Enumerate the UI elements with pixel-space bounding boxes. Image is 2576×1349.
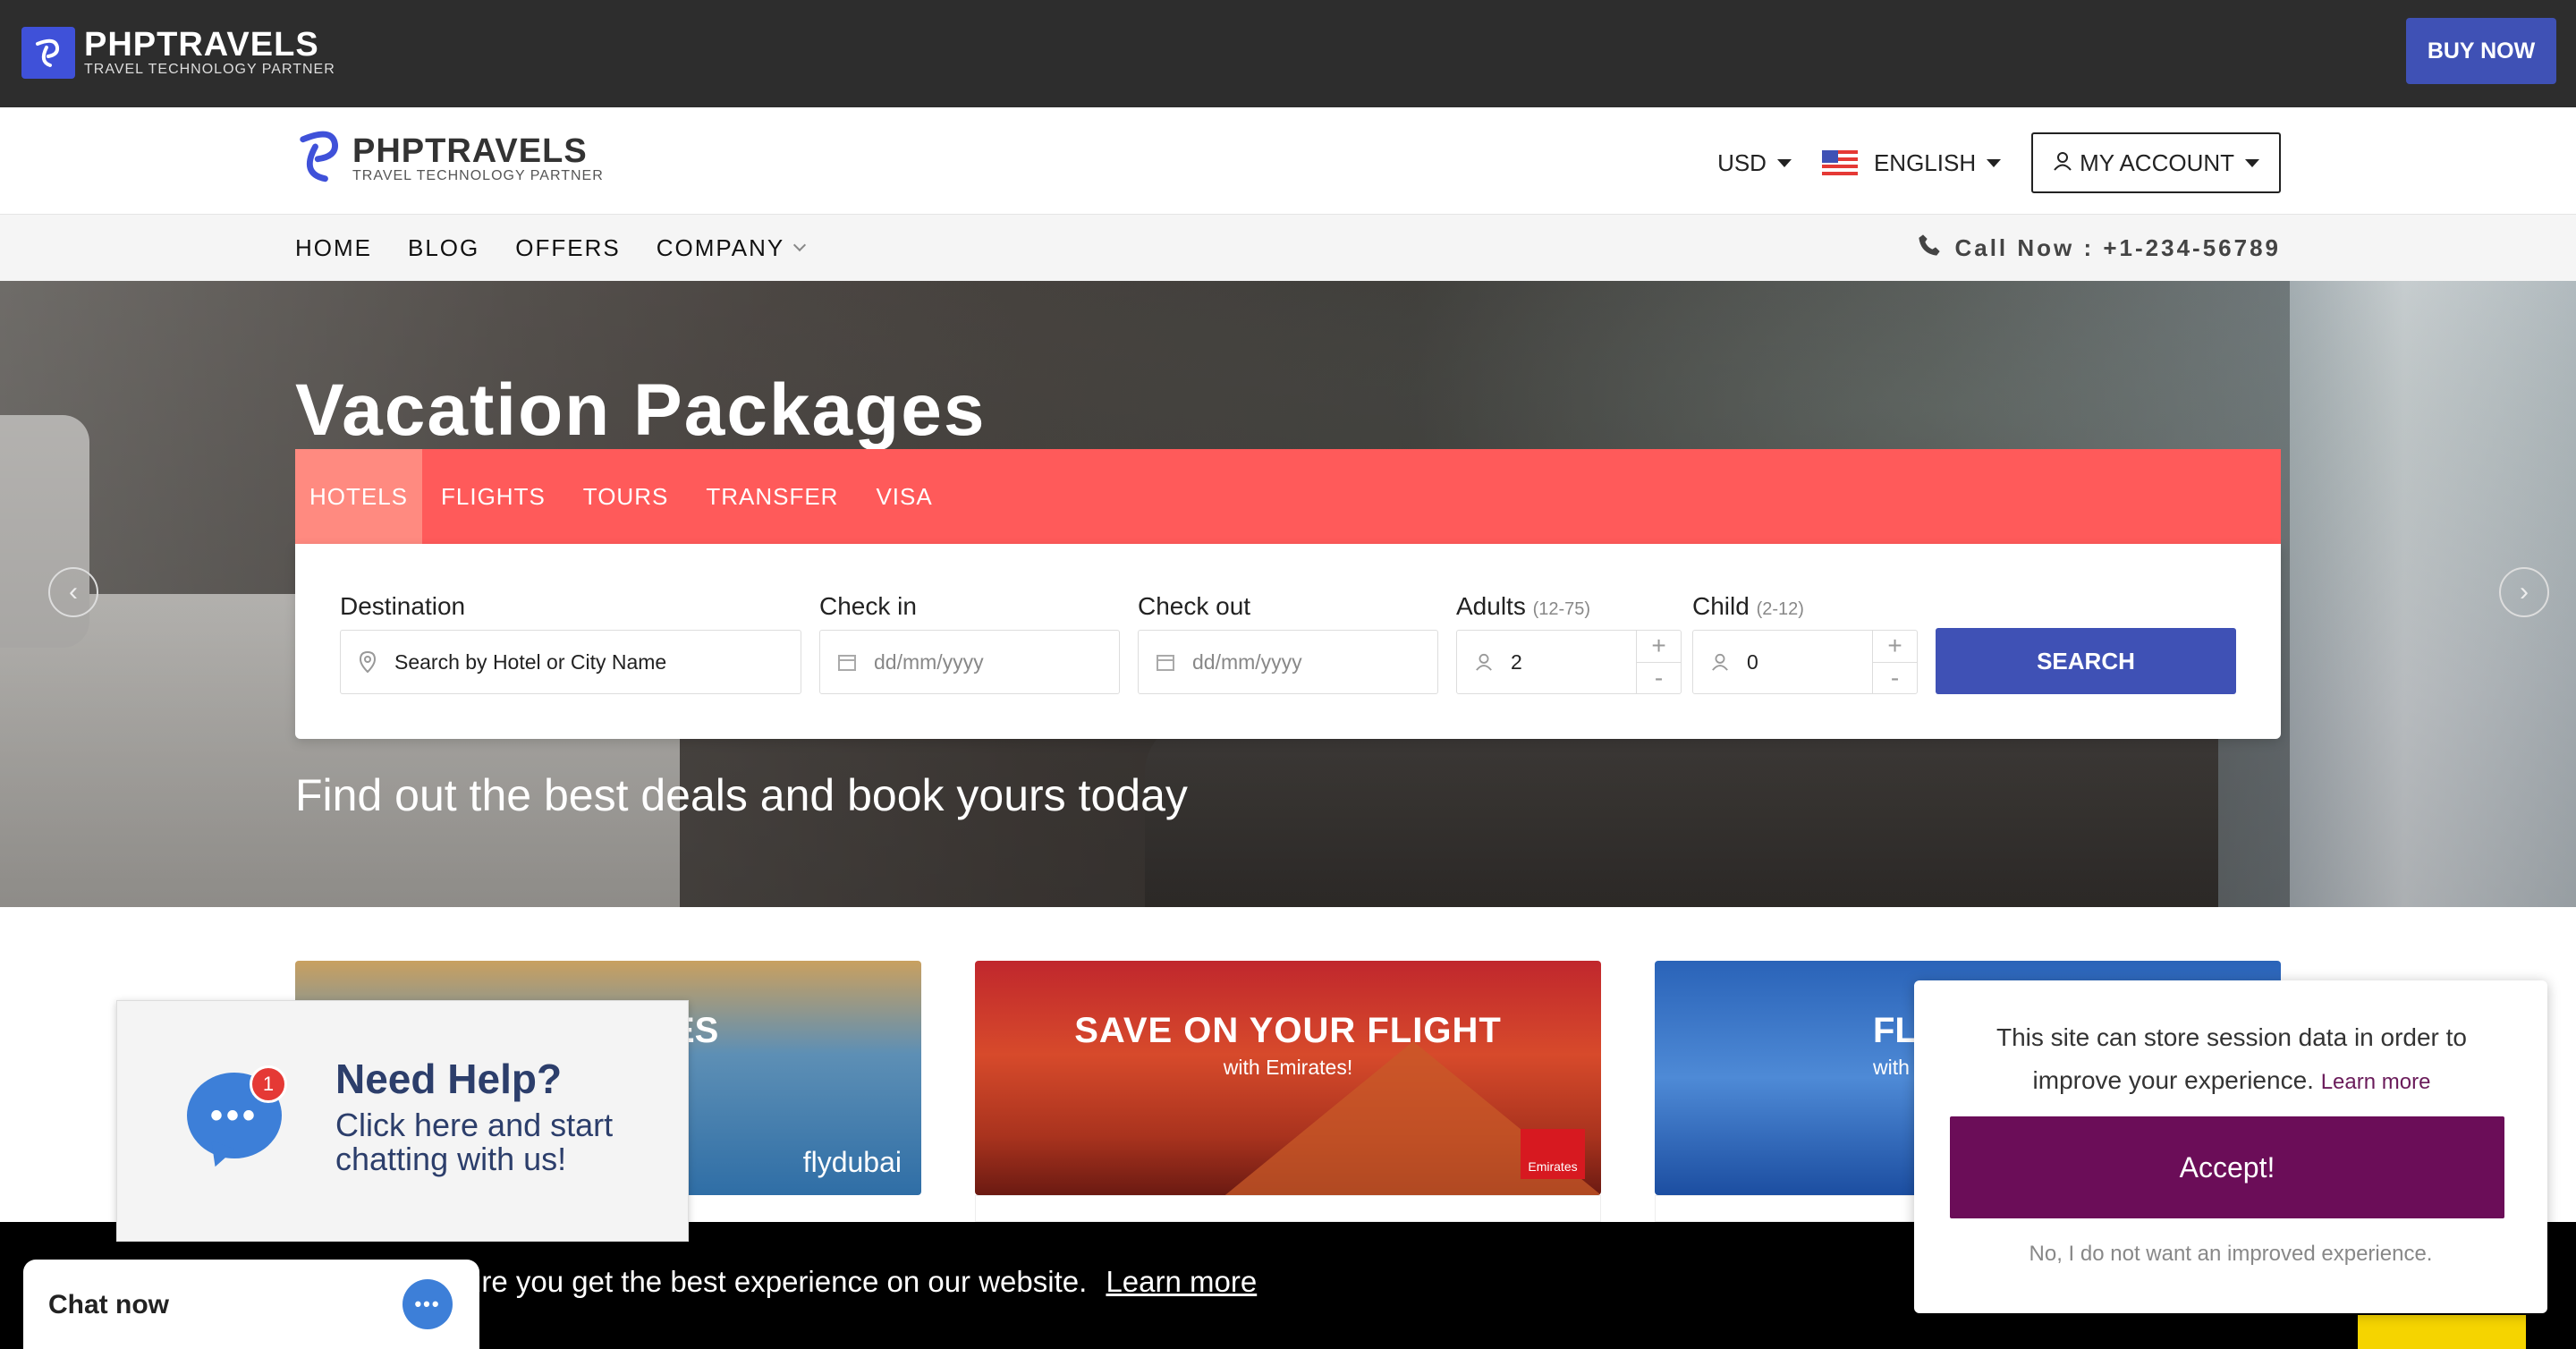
tab-tours[interactable]: TOURS: [564, 449, 688, 544]
child-label: Child (2-12): [1692, 592, 1804, 621]
caret-down-icon: [1776, 158, 1792, 167]
checkout-label: Check out: [1138, 592, 1251, 620]
checkout-field[interactable]: dd/mm/yyyy: [1138, 630, 1438, 694]
caret-down-icon: [1987, 158, 2002, 167]
topbar-logo-title: PHPTRAVELS: [84, 26, 319, 64]
nav-offers[interactable]: OFFERS: [515, 234, 620, 262]
need-help-popup[interactable]: ••• 1 Need Help? Click here and start ch…: [116, 1000, 689, 1242]
language-dropdown[interactable]: ENGLISH: [1821, 148, 2002, 177]
hero-title: Vacation Packages: [295, 369, 987, 451]
buy-now-button[interactable]: BUY NOW: [2406, 18, 2556, 84]
hero-subtitle: Find out the best deals and book yours t…: [295, 770, 1188, 820]
flydubai-logo: flydubai: [802, 1146, 902, 1178]
currency-dropdown[interactable]: USD: [1717, 149, 1792, 177]
caret-down-icon: [2245, 158, 2259, 167]
checkin-input[interactable]: dd/mm/yyyy: [874, 650, 984, 674]
cookie-banner-button[interactable]: [2358, 1315, 2526, 1349]
chat-now-widget[interactable]: Chat now •••: [23, 1260, 479, 1349]
card3-subtitle: with: [1873, 1056, 1910, 1079]
top-bar: PHPTRAVELS TRAVEL TECHNOLOGY PARTNER BUY…: [0, 0, 2576, 107]
nav-home[interactable]: HOME: [295, 234, 372, 262]
call-now[interactable]: Call Now : +1-234-56789: [1917, 215, 2281, 281]
notification-badge: 1: [250, 1065, 287, 1103]
adults-minus-icon[interactable]: -: [1637, 663, 1681, 694]
topbar-logo[interactable]: PHPTRAVELS TRAVEL TECHNOLOGY PARTNER: [21, 27, 335, 79]
adults-label-text: Adults: [1456, 592, 1526, 620]
logo-icon: [295, 127, 345, 191]
destination-field[interactable]: Search by Hotel or City Name: [340, 630, 801, 694]
adults-label: Adults (12-75): [1456, 592, 1590, 621]
card2-title: SAVE ON YOUR FLIGHT: [1074, 1011, 1502, 1050]
card2-footer: [975, 1195, 1601, 1222]
calendar-icon: [820, 652, 874, 672]
destination-label: Destination: [340, 592, 466, 620]
nav-blog[interactable]: BLOG: [408, 234, 479, 262]
emirates-logo: Emirates: [1521, 1129, 1585, 1179]
language-label: ENGLISH: [1873, 148, 1977, 176]
my-account-dropdown[interactable]: MY ACCOUNT: [2031, 132, 2281, 193]
adults-stepper[interactable]: 2 + -: [1456, 630, 1682, 694]
main-nav: HOME BLOG OFFERS COMPANY Call Now : +1-2…: [0, 215, 2576, 281]
phone-icon: [1917, 233, 1942, 264]
chat-icon[interactable]: •••: [402, 1279, 453, 1329]
tab-visa[interactable]: VISA: [857, 449, 951, 544]
topbar-logo-subtitle: TRAVEL TECHNOLOGY PARTNER: [84, 62, 335, 77]
hotel-search-form: Destination Search by Hotel or City Name…: [295, 544, 2281, 739]
child-value[interactable]: 0: [1747, 650, 1758, 674]
adults-plus-icon[interactable]: +: [1637, 631, 1681, 663]
offer-card-emirates[interactable]: SAVE ON YOUR FLIGHT with Emirates! Emira…: [975, 961, 1601, 1195]
header: PHPTRAVELS TRAVEL TECHNOLOGY PARTNER USD…: [0, 107, 2576, 215]
checkout-input[interactable]: dd/mm/yyyy: [1192, 650, 1302, 674]
need-help-title: Need Help?: [335, 1056, 563, 1102]
child-range: (2-12): [1756, 599, 1804, 619]
user-icon: [1457, 653, 1511, 671]
search-button[interactable]: SEARCH: [1936, 628, 2236, 694]
adults-value[interactable]: 2: [1511, 650, 1522, 674]
chat-now-label: Chat now: [48, 1290, 169, 1319]
next-slide-icon[interactable]: ›: [2499, 567, 2549, 617]
tab-transfer[interactable]: TRANSFER: [687, 449, 857, 544]
logo-icon: [21, 27, 75, 79]
user-icon: [2053, 149, 2072, 177]
currency-label: USD: [1717, 148, 1767, 176]
session-consent-dialog: This site can store session data in orde…: [1914, 980, 2547, 1313]
child-plus-icon[interactable]: +: [1873, 631, 1917, 663]
cookie-learn-more-link[interactable]: Learn more: [1106, 1265, 1257, 1298]
child-label-text: Child: [1692, 592, 1750, 620]
decline-link[interactable]: No, I do not want an improved experience…: [1914, 1242, 2547, 1267]
card3-title: FL: [1873, 1011, 1917, 1050]
child-stepper[interactable]: 0 + -: [1692, 630, 1918, 694]
nav-company[interactable]: COMPANY: [656, 233, 807, 262]
us-flag-icon: [1821, 150, 1858, 175]
tab-hotels[interactable]: HOTELS: [295, 449, 422, 544]
adults-range: (12-75): [1532, 599, 1591, 619]
calendar-icon: [1139, 652, 1192, 672]
call-now-text: Call Now : +1-234-56789: [1954, 233, 2281, 261]
map-pin-icon: [341, 651, 394, 673]
prev-slide-icon[interactable]: ‹: [48, 567, 98, 617]
need-help-subtitle: Click here and start chatting with us!: [335, 1107, 614, 1177]
destination-input[interactable]: Search by Hotel or City Name: [394, 650, 666, 674]
child-minus-icon[interactable]: -: [1873, 663, 1917, 694]
checkin-label: Check in: [819, 592, 917, 620]
cookie-banner-text: ure you get the best experience on our w…: [465, 1265, 1088, 1298]
tab-flights[interactable]: FLIGHTS: [422, 449, 564, 544]
search-tabs: HOTELS FLIGHTS TOURS TRANSFER VISA: [295, 449, 2281, 544]
user-icon: [1693, 653, 1747, 671]
consent-learn-more-link[interactable]: Learn more: [2321, 1070, 2431, 1094]
chevron-down-icon: [793, 238, 807, 252]
my-account-label: MY ACCOUNT: [2080, 148, 2234, 176]
header-logo-subtitle: TRAVEL TECHNOLOGY PARTNER: [352, 167, 604, 183]
nav-company-label: COMPANY: [656, 233, 785, 261]
header-logo-title: PHPTRAVELS: [352, 132, 588, 170]
card2-subtitle: with Emirates!: [1223, 1056, 1353, 1079]
checkin-field[interactable]: dd/mm/yyyy: [819, 630, 1120, 694]
header-logo[interactable]: PHPTRAVELS TRAVEL TECHNOLOGY PARTNER: [295, 127, 604, 191]
accept-button[interactable]: Accept!: [1950, 1116, 2504, 1218]
